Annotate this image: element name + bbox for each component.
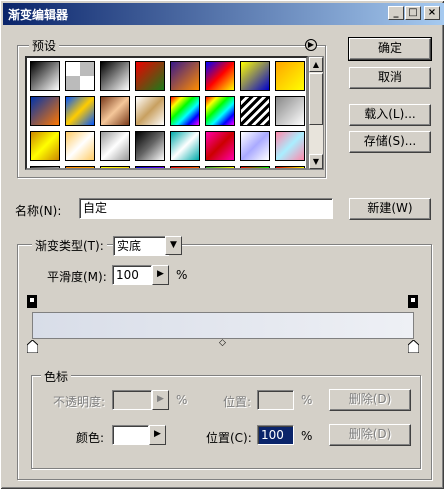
color-location-unit: % (301, 429, 313, 443)
opacity-arrow-icon: ▶ (152, 390, 169, 410)
smoothness-unit: % (176, 268, 188, 282)
preset-swatch[interactable] (240, 96, 270, 126)
preset-swatch[interactable] (275, 96, 305, 126)
minimize-button[interactable]: _ (388, 6, 404, 20)
color-label: 颜色: (76, 431, 105, 445)
preset-swatch[interactable] (135, 131, 165, 161)
preset-swatch[interactable] (240, 166, 270, 168)
gradient-preview-bar[interactable] (32, 312, 414, 339)
preset-swatch[interactable] (65, 61, 95, 91)
color-arrow-icon[interactable]: ▶ (149, 425, 166, 445)
preset-swatch[interactable] (100, 61, 130, 91)
smoothness-arrow-icon[interactable]: ▶ (152, 265, 169, 285)
window-title: 渐变编辑器 (8, 8, 69, 22)
stops-label: 色标 (41, 368, 72, 385)
scroll-down-icon[interactable]: ▼ (309, 154, 323, 169)
midpoint-diamond-icon[interactable]: ◇ (219, 338, 226, 348)
opacity-label: 不透明度: (53, 395, 106, 409)
preset-swatch[interactable] (135, 166, 165, 168)
color-location-label: 位置(C): (206, 431, 252, 445)
preset-swatch[interactable] (100, 166, 130, 168)
preset-swatch[interactable] (205, 96, 235, 126)
preset-swatch-grid[interactable] (25, 56, 308, 170)
preset-swatch[interactable] (135, 61, 165, 91)
preset-swatch[interactable] (100, 96, 130, 126)
preset-swatch[interactable] (275, 131, 305, 161)
smoothness-input[interactable]: 100 (112, 265, 152, 285)
preset-swatch[interactable] (205, 166, 235, 168)
preset-swatch[interactable] (65, 96, 95, 126)
presets-label: 预设 (29, 37, 60, 54)
gradient-editor-window: 渐变编辑器 _ □ × 预设 ▶ ▲ ▼ 确定 取消 载入(L)... 存储(S… (0, 0, 445, 490)
gradient-type-select[interactable]: 实底 (113, 236, 169, 256)
preset-swatch[interactable] (170, 166, 200, 168)
smoothness-label: 平滑度(M): (47, 270, 107, 284)
save-button[interactable]: 存储(S)... (349, 131, 431, 153)
preset-swatch[interactable] (30, 131, 60, 161)
name-label: 名称(N): (15, 204, 62, 218)
preset-swatch[interactable] (205, 131, 235, 161)
maximize-button[interactable]: □ (405, 6, 421, 20)
preset-swatch[interactable] (30, 166, 60, 168)
load-button[interactable]: 载入(L)... (349, 104, 431, 126)
presets-scrollbar[interactable]: ▲ ▼ (308, 56, 324, 170)
presets-menu-icon[interactable]: ▶ (305, 39, 317, 51)
preset-swatch[interactable] (170, 61, 200, 91)
preset-swatch[interactable] (170, 131, 200, 161)
opacity-location-input (257, 390, 294, 410)
title-bar[interactable]: 渐变编辑器 _ □ × (3, 3, 444, 25)
preset-swatch[interactable] (205, 61, 235, 91)
scroll-thumb[interactable] (309, 73, 323, 125)
new-button[interactable]: 新建(W) (349, 198, 431, 220)
opacity-location-unit: % (301, 393, 313, 407)
preset-swatch[interactable] (135, 96, 165, 126)
preset-swatch[interactable] (275, 166, 305, 168)
name-input[interactable]: 自定 (79, 198, 333, 219)
preset-swatch[interactable] (30, 61, 60, 91)
preset-swatch[interactable] (30, 96, 60, 126)
cancel-button[interactable]: 取消 (349, 67, 431, 89)
chevron-down-icon[interactable]: ▼ (165, 236, 182, 255)
delete-color-stop-button: 删除(D) (329, 424, 411, 446)
color-swatch[interactable] (112, 425, 149, 445)
delete-opacity-stop-button: 删除(D) (329, 389, 411, 411)
preset-swatch[interactable] (100, 131, 130, 161)
opacity-input (112, 390, 152, 410)
preset-swatch[interactable] (240, 61, 270, 91)
ok-button[interactable]: 确定 (348, 37, 432, 61)
color-stop-left[interactable] (27, 340, 38, 353)
preset-swatch[interactable] (170, 96, 200, 126)
color-stop-right[interactable] (408, 340, 419, 353)
opacity-stop-right[interactable] (408, 295, 418, 308)
preset-swatch[interactable] (275, 61, 305, 91)
opacity-stop-left[interactable] (27, 295, 37, 308)
opacity-location-label: 位置: (223, 395, 252, 409)
preset-swatch[interactable] (240, 131, 270, 161)
scroll-up-icon[interactable]: ▲ (309, 57, 323, 72)
close-button[interactable]: × (424, 6, 440, 20)
color-location-input[interactable]: 100 (257, 425, 294, 445)
preset-swatch[interactable] (65, 131, 95, 161)
preset-swatch[interactable] (65, 166, 95, 168)
gradient-type-label: 渐变类型(T): (32, 237, 107, 254)
opacity-unit: % (176, 393, 188, 407)
